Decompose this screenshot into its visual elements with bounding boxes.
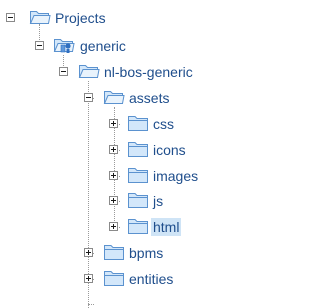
tree-node-label[interactable]: generic: [78, 37, 128, 55]
tree-node-label[interactable]: bpms: [127, 244, 165, 262]
folder-icon: [127, 216, 149, 236]
collapse-toggle[interactable]: [6, 13, 15, 22]
expand-toggle[interactable]: [109, 222, 118, 231]
folder-icon: [127, 139, 149, 159]
folder-icon: [127, 113, 149, 133]
tree-node-label[interactable]: js: [151, 192, 165, 210]
expand-toggle[interactable]: [109, 145, 118, 154]
collapse-toggle[interactable]: [84, 93, 93, 102]
folder-icon: [103, 242, 125, 262]
tree-node-label-selected[interactable]: html: [151, 218, 182, 236]
expand-toggle[interactable]: [109, 119, 118, 128]
tree-connector-line: [88, 304, 94, 305]
folder-open-icon: [78, 61, 100, 81]
tree-node-label[interactable]: Projects: [53, 9, 108, 27]
expand-toggle[interactable]: [109, 196, 118, 205]
tree-node-label[interactable]: images: [151, 167, 200, 185]
collapse-toggle[interactable]: [35, 41, 44, 50]
expand-toggle[interactable]: [84, 274, 93, 283]
folder-icon: [103, 268, 125, 288]
folder-open-icon: [29, 7, 51, 27]
tree-node-label[interactable]: nl-bos-generic: [102, 63, 195, 81]
project-folder-icon: [53, 35, 75, 55]
folder-open-icon: [103, 87, 125, 107]
folder-icon: [127, 165, 149, 185]
project-tree: Projects generic nl-bos-generic assets c…: [0, 0, 245, 308]
collapse-toggle[interactable]: [59, 67, 68, 76]
tree-node-label[interactable]: icons: [151, 141, 188, 159]
expand-toggle[interactable]: [109, 171, 118, 180]
tree-node-label[interactable]: entities: [127, 270, 175, 288]
expand-toggle[interactable]: [84, 248, 93, 257]
tree-node-label[interactable]: css: [151, 115, 176, 133]
tree-node-label[interactable]: assets: [127, 89, 171, 107]
folder-icon: [127, 190, 149, 210]
